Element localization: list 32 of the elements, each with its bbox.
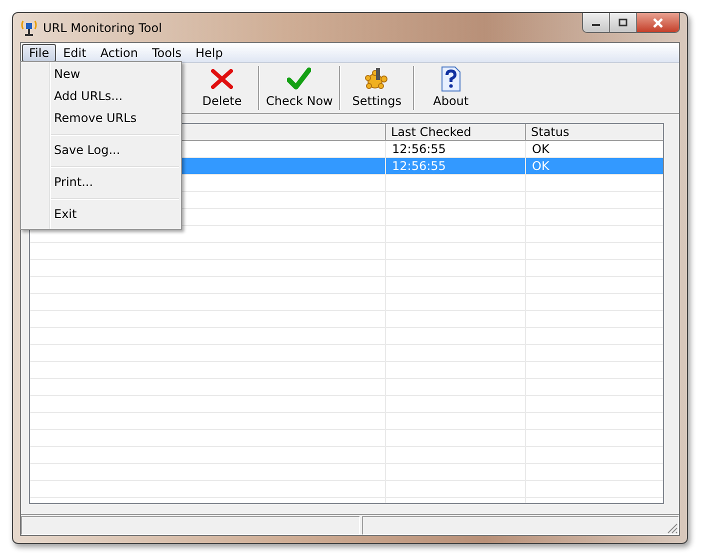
column-header[interactable]: Last Checked <box>386 124 526 140</box>
toolbar-button[interactable]: Settings <box>340 63 413 113</box>
menu-option[interactable]: Exit <box>21 204 181 226</box>
table-cell: OK <box>532 159 550 173</box>
menu-item[interactable]: File <box>22 44 56 62</box>
menu-option[interactable]: Remove URLs <box>21 108 181 130</box>
window-title: URL Monitoring Tool <box>43 20 162 34</box>
minimize-button[interactable] <box>583 13 610 32</box>
menu-option[interactable]: Print... <box>21 172 181 194</box>
close-button[interactable] <box>637 13 679 32</box>
maximize-button[interactable] <box>610 13 637 32</box>
table-cell: 12:56:55 <box>392 142 446 156</box>
table-cell: 12:56:55 <box>392 159 446 173</box>
resize-grip-icon <box>666 522 678 534</box>
toolbar-button[interactable]: Check Now <box>260 63 339 113</box>
menu-option[interactable]: New <box>21 64 181 86</box>
menu-item[interactable]: Tools <box>144 44 188 62</box>
help-document-icon <box>440 66 462 92</box>
menu-option[interactable]: Add URLs... <box>21 86 181 108</box>
app-icon <box>21 18 37 36</box>
gear-icon <box>364 67 390 91</box>
menu-item[interactable]: Action <box>93 44 145 62</box>
delete-icon <box>210 67 234 91</box>
column-header[interactable]: Status <box>526 124 663 140</box>
close-icon <box>652 18 664 28</box>
toolbar-button[interactable]: About <box>414 63 487 113</box>
menu-item[interactable]: Edit <box>56 44 94 62</box>
toolbar-button[interactable]: Delete <box>186 63 258 113</box>
checkmark-icon <box>287 67 312 91</box>
menu-item[interactable]: Help <box>188 44 230 62</box>
table-cell: OK <box>532 142 550 156</box>
maximize-icon <box>618 18 628 27</box>
